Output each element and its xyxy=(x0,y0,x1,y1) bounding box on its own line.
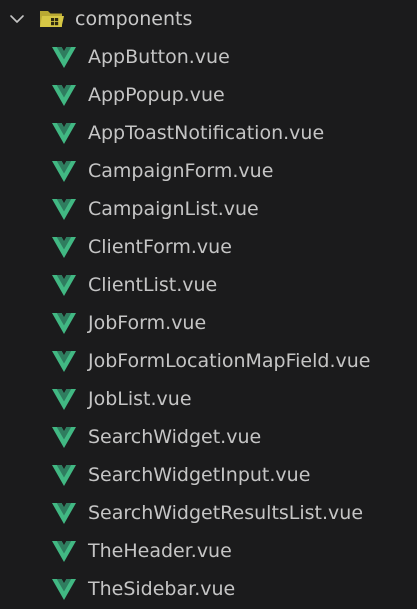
vue-logo-icon xyxy=(52,237,76,258)
file-name: AppButton.vue xyxy=(88,46,230,68)
vue-logo-icon xyxy=(52,199,76,220)
file-explorer-tree: components AppButton.vue AppPopup.vue Ap… xyxy=(0,0,417,609)
file-row[interactable]: JobFormLocationMapField.vue xyxy=(0,342,417,380)
file-name: CampaignList.vue xyxy=(88,198,259,220)
file-row[interactable]: SearchWidgetInput.vue xyxy=(0,456,417,494)
vue-logo-icon xyxy=(52,161,76,182)
vue-logo-icon xyxy=(52,579,76,600)
file-name: JobForm.vue xyxy=(88,312,207,334)
file-name: TheHeader.vue xyxy=(88,540,232,562)
file-name: JobList.vue xyxy=(88,388,192,410)
file-name: JobFormLocationMapField.vue xyxy=(88,350,371,372)
vue-logo-icon xyxy=(52,389,76,410)
file-list: AppButton.vue AppPopup.vue AppToastNotif… xyxy=(0,38,417,608)
file-row[interactable]: AppButton.vue xyxy=(0,38,417,76)
file-name: SearchWidgetInput.vue xyxy=(88,464,311,486)
file-row[interactable]: ClientList.vue xyxy=(0,266,417,304)
folder-open-icon xyxy=(40,11,64,27)
vue-logo-icon xyxy=(52,123,76,144)
file-row[interactable]: AppPopup.vue xyxy=(0,76,417,114)
file-row[interactable]: SearchWidget.vue xyxy=(0,418,417,456)
file-name: CampaignForm.vue xyxy=(88,160,274,182)
file-row[interactable]: SearchWidgetResultsList.vue xyxy=(0,494,417,532)
vue-logo-icon xyxy=(52,465,76,486)
file-row[interactable]: TheHeader.vue xyxy=(0,532,417,570)
vue-logo-icon xyxy=(52,351,76,372)
file-row[interactable]: ClientForm.vue xyxy=(0,228,417,266)
file-name: AppPopup.vue xyxy=(88,84,225,106)
vue-logo-icon xyxy=(52,47,76,68)
vue-logo-icon xyxy=(52,503,76,524)
file-row[interactable]: JobForm.vue xyxy=(0,304,417,342)
file-row[interactable]: AppToastNotification.vue xyxy=(0,114,417,152)
file-row[interactable]: TheSidebar.vue xyxy=(0,570,417,608)
file-row[interactable]: CampaignList.vue xyxy=(0,190,417,228)
vue-logo-icon xyxy=(52,275,76,296)
file-name: AppToastNotification.vue xyxy=(88,122,325,144)
vue-logo-icon xyxy=(52,85,76,106)
folder-label: components xyxy=(75,8,193,30)
file-row[interactable]: CampaignForm.vue xyxy=(0,152,417,190)
vue-logo-icon xyxy=(52,427,76,448)
file-name: TheSidebar.vue xyxy=(88,578,236,600)
vue-logo-icon xyxy=(52,541,76,562)
folder-row-components[interactable]: components xyxy=(0,0,417,38)
file-row[interactable]: JobList.vue xyxy=(0,380,417,418)
vue-logo-icon xyxy=(52,313,76,334)
file-name: ClientList.vue xyxy=(88,274,218,296)
chevron-down-icon[interactable] xyxy=(8,10,26,28)
file-name: SearchWidgetResultsList.vue xyxy=(88,502,364,524)
file-name: ClientForm.vue xyxy=(88,236,232,258)
file-name: SearchWidget.vue xyxy=(88,426,262,448)
